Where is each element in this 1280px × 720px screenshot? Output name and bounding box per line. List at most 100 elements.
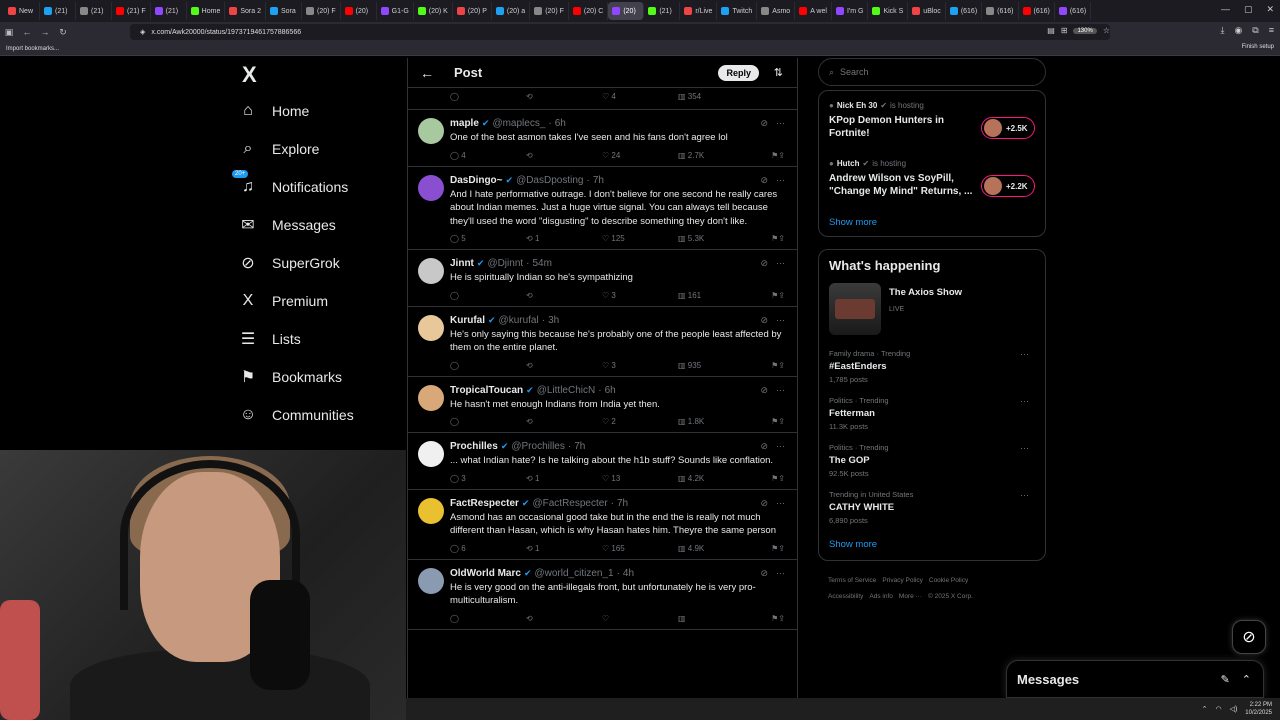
maximize-icon[interactable]: ▢ [1244, 4, 1253, 15]
reply-icon[interactable]: ◯ [450, 92, 526, 109]
new-message-icon[interactable]: ✎ [1221, 673, 1230, 686]
browser-tab[interactable]: Sora [266, 2, 302, 20]
axios-live[interactable]: The Axios Show LIVE [829, 283, 1035, 337]
footer-link[interactable]: Privacy Policy [882, 577, 922, 584]
footer-link[interactable]: More ··· [899, 593, 922, 600]
reader-icon[interactable]: ▤ [1047, 26, 1055, 35]
author-name[interactable]: Kurufal [450, 315, 485, 326]
grok-icon[interactable]: ⊘ [760, 118, 768, 129]
like-icon[interactable]: ♡ 165 [602, 544, 678, 553]
footer-link[interactable]: © 2025 X Corp. [928, 593, 973, 600]
reply-icon[interactable]: ◯ 3 [450, 474, 526, 483]
like-icon[interactable]: ♡ 3 [602, 361, 678, 370]
nav-item-notifications[interactable]: ♫ 20+ Notifications [232, 168, 408, 206]
reply-icon[interactable]: ◯ [450, 614, 526, 623]
share-icon[interactable]: ⇪ [778, 417, 785, 426]
account-icon[interactable]: ◉ [1234, 25, 1242, 36]
browser-tab[interactable]: r/Live [680, 2, 718, 20]
avatar[interactable] [418, 567, 444, 594]
more-icon[interactable]: ··· [776, 315, 785, 326]
browser-tab[interactable]: uBloc [908, 2, 946, 20]
browser-tab[interactable]: (21) F [112, 2, 151, 20]
browser-tab[interactable]: (20) F [302, 2, 341, 20]
views-icon[interactable]: ▥ 4.2K [678, 474, 754, 483]
x-logo[interactable]: X [242, 58, 408, 92]
tweet[interactable]: maple ✔ @maplecs_ · 6h ⊘ ··· One of the best as… [408, 110, 797, 167]
show-more-link[interactable]: Show more [829, 217, 1035, 228]
more-icon[interactable]: ··· [1020, 349, 1029, 359]
close-icon[interactable]: ✕ [1266, 4, 1274, 15]
browser-tab[interactable]: (21) [151, 2, 187, 20]
tweet-time[interactable]: 7h [617, 498, 628, 509]
author-handle[interactable]: @DasDposting [516, 175, 583, 186]
volume-icon[interactable]: ◁) [1230, 705, 1238, 713]
reload-icon[interactable]: ↻ [54, 27, 72, 38]
live-space[interactable]: ● Hutch ✔ is hosting Andrew Wilson vs SoyPil… [829, 159, 1035, 211]
author-handle[interactable]: @Djinnt [487, 258, 523, 269]
author-name[interactable]: DasDingo~ [450, 175, 503, 186]
views-icon[interactable]: ▥ [678, 614, 754, 623]
trend-item[interactable]: Trending in United States CATHY WHITE 6,89… [829, 490, 1035, 525]
share-icon[interactable]: ⇪ [778, 544, 785, 553]
trend-item[interactable]: Politics · Trending The GOP 92.5K posts ··· [829, 443, 1035, 478]
author-handle[interactable]: @LittleChicN [537, 385, 596, 396]
author-name[interactable]: maple [450, 118, 479, 129]
messages-drawer[interactable]: Messages ✎ ⌃ [1006, 660, 1264, 698]
expand-icon[interactable]: ⌃ [1242, 673, 1251, 686]
retweet-icon[interactable]: ⟲ 1 [526, 544, 602, 553]
more-icon[interactable]: ··· [1020, 396, 1029, 406]
zoom-level[interactable]: 130% [1073, 27, 1097, 34]
browser-tab[interactable]: New [4, 2, 40, 20]
bookmark-icon[interactable]: ⚑ [771, 614, 778, 623]
views-icon[interactable]: ▥ 2.7K [678, 151, 754, 160]
browser-tab[interactable]: (21) [40, 2, 76, 20]
tweet[interactable]: Kurufal ✔ @kurufal · 3h ⊘ ··· He's only saying … [408, 307, 797, 377]
retweet-icon[interactable]: ⟲ [526, 614, 602, 623]
browser-tab[interactable]: Home [187, 2, 226, 20]
sidebar-toggle-icon[interactable]: ▣ [0, 27, 18, 38]
author-name[interactable]: Prochilles [450, 441, 498, 452]
avatar[interactable] [418, 118, 444, 144]
avatar[interactable] [418, 384, 444, 411]
reply-icon[interactable]: ◯ [450, 361, 526, 370]
bookmark-icon[interactable]: ⚑ [771, 234, 778, 243]
like-icon[interactable]: ♡ 13 [602, 474, 678, 483]
share-icon[interactable]: ⇪ [778, 291, 785, 300]
grok-icon[interactable]: ⊘ [760, 175, 768, 186]
more-icon[interactable]: ··· [776, 258, 785, 269]
browser-tab[interactable]: (616) [982, 2, 1019, 20]
tweet-time[interactable]: 6h [605, 385, 616, 396]
nav-item-communities[interactable]: ☺ Communities [238, 396, 408, 434]
retweet-icon[interactable]: ⟲ [526, 151, 602, 160]
finish-setup[interactable]: Finish setup [1242, 44, 1274, 50]
reply-icon[interactable]: ◯ 6 [450, 544, 526, 553]
nav-item-bookmarks[interactable]: ⚑ Bookmarks [238, 358, 408, 396]
import-bookmarks[interactable]: Import bookmarks... [6, 46, 59, 52]
live-space[interactable]: ● Nick Eh 30 ✔ is hosting KPop Demon Hunters… [829, 101, 1035, 153]
grok-icon[interactable]: ⊘ [760, 385, 768, 396]
views-icon[interactable]: ▥ 161 [678, 291, 754, 300]
more-icon[interactable]: ··· [1020, 490, 1029, 500]
tray-chevron-icon[interactable]: ⌃ [1202, 705, 1208, 713]
bookmark-icon[interactable]: ⚑ [771, 474, 778, 483]
back-icon[interactable]: ← [18, 27, 36, 37]
like-icon[interactable]: ♡ [602, 614, 678, 623]
browser-tab[interactable]: (20) [341, 2, 377, 20]
translate-icon[interactable]: ⊞ [1061, 26, 1068, 35]
tweet[interactable]: Prochilles ✔ @Prochilles · 7h ⊘ ···... what In… [408, 433, 797, 490]
like-icon[interactable]: ♡ 2 [602, 417, 678, 426]
author-handle[interactable]: @maplecs_ [492, 118, 545, 129]
footer-link[interactable]: Ads info [869, 593, 893, 600]
views-icon[interactable]: ▥ 354 [678, 92, 754, 109]
reply-button[interactable]: Reply [718, 65, 759, 81]
tweet-time[interactable]: 6h [555, 118, 566, 129]
views-icon[interactable]: ▥ 5.3K [678, 234, 754, 243]
browser-tab[interactable]: (20) K [414, 2, 453, 20]
reply-icon[interactable]: ◯ 5 [450, 234, 526, 243]
author-handle[interactable]: @world_citizen_1 [534, 568, 613, 579]
author-name[interactable]: TropicalToucan [450, 385, 523, 396]
more-icon[interactable]: ··· [776, 175, 785, 186]
author-name[interactable]: OldWorld Marc [450, 568, 521, 579]
bookmark-icon[interactable]: ⚑ [771, 417, 778, 426]
bookmark-icon[interactable]: ⚑ [771, 291, 778, 300]
